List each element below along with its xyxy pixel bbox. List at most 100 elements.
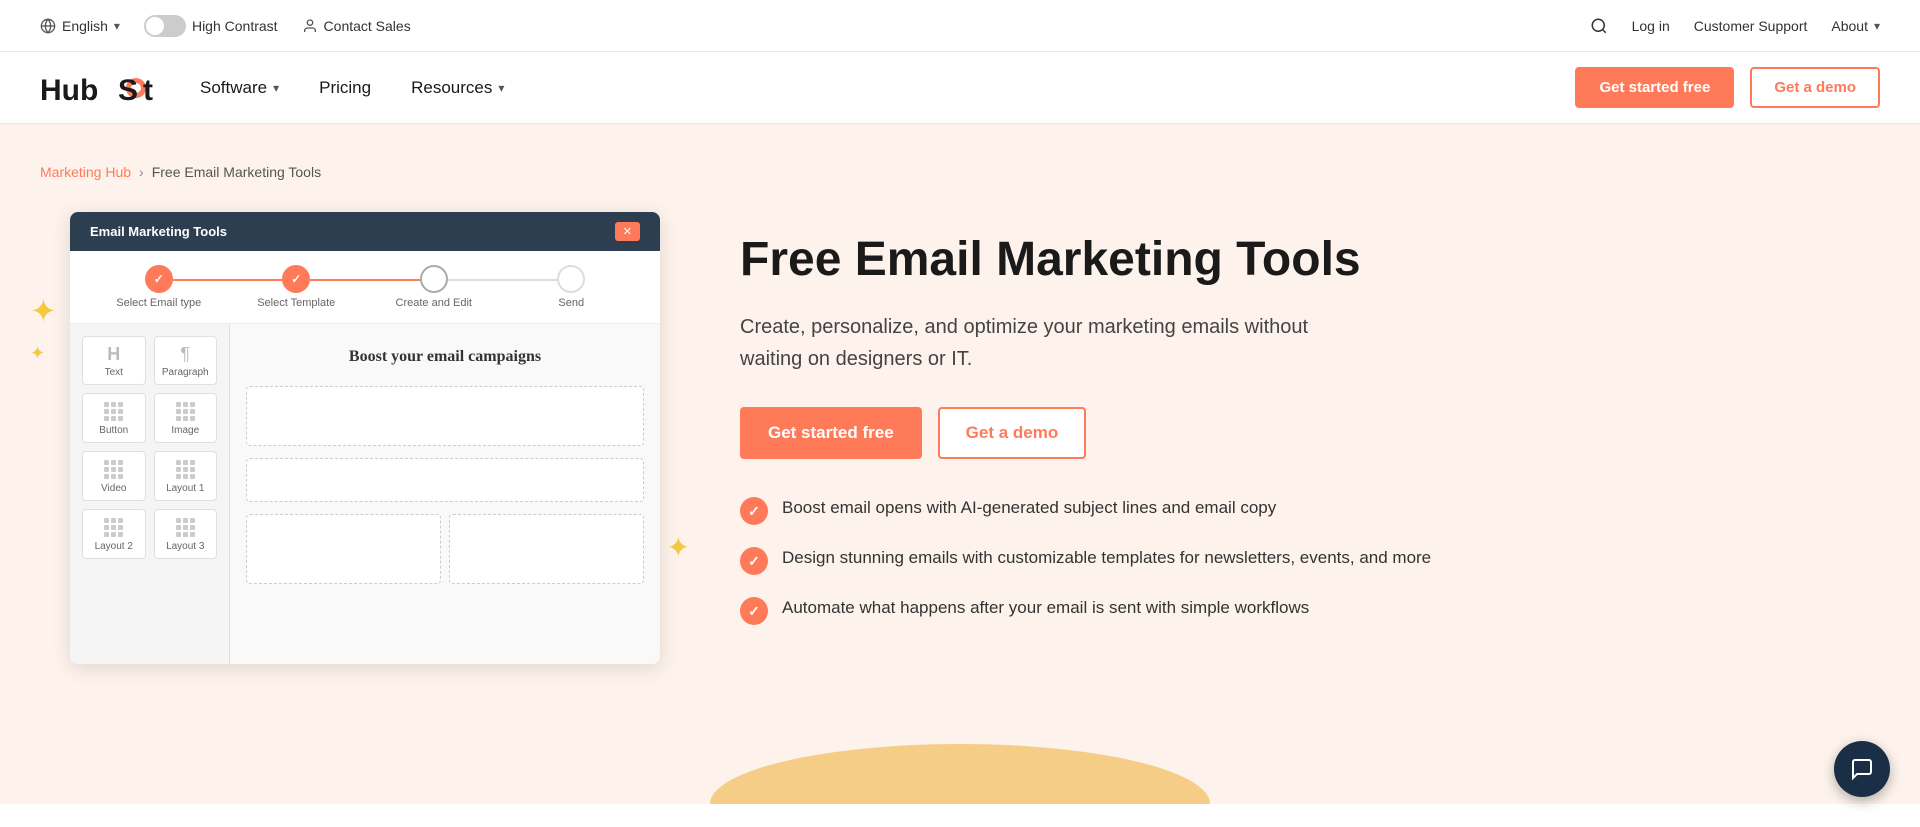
breadcrumb-parent[interactable]: Marketing Hub	[40, 164, 131, 180]
svg-text:S: S	[118, 74, 138, 107]
feature-check-2: ✓	[740, 547, 768, 575]
step-2-label: Select Template	[257, 297, 335, 309]
hero-content: ✦✦ ✦ Email Marketing Tools ✕ ✓ Select Em…	[40, 212, 1880, 664]
chat-button[interactable]	[1834, 741, 1890, 797]
step-2-circle: ✓	[282, 265, 310, 293]
mockup-header: Email Marketing Tools ✕	[70, 212, 660, 251]
sparkle-left: ✦✦	[30, 292, 57, 367]
svg-text:Hub: Hub	[40, 74, 98, 107]
mockup-close-button[interactable]: ✕	[615, 222, 640, 241]
hero-get-started-button[interactable]: Get started free	[740, 407, 922, 459]
canvas-block-half-1[interactable]	[246, 514, 441, 584]
chat-icon	[1850, 757, 1874, 781]
step-1-circle: ✓	[145, 265, 173, 293]
layout3-icon	[176, 518, 195, 537]
nav-left: Hub S t Software ▾ Pricing Resources ▾	[40, 68, 504, 108]
step-1: ✓ Select Email type	[90, 265, 228, 309]
login-link[interactable]: Log in	[1632, 18, 1670, 34]
bottom-arc-decoration	[710, 744, 1210, 804]
mockup-steps: ✓ Select Email type ✓ Select Template Cr…	[70, 251, 660, 324]
app-mockup: Email Marketing Tools ✕ ✓ Select Email t…	[70, 212, 660, 664]
nav-resources[interactable]: Resources ▾	[411, 78, 504, 98]
canvas-block-half-2[interactable]	[449, 514, 644, 584]
breadcrumb-separator: ›	[139, 164, 144, 180]
hero-section: Marketing Hub › Free Email Marketing Too…	[0, 124, 1920, 804]
sidebar-item-layout1[interactable]: Layout 1	[154, 451, 218, 501]
step-3-label: Create and Edit	[396, 297, 472, 309]
high-contrast-toggle[interactable]: High Contrast	[144, 15, 278, 37]
sidebar-item-image[interactable]: Image	[154, 393, 218, 443]
nav-right: Get started free Get a demo	[1575, 67, 1880, 108]
feature-text-1: Boost email opens with AI-generated subj…	[782, 495, 1276, 521]
feature-item-1: ✓ Boost email opens with AI-generated su…	[740, 495, 1880, 525]
language-selector[interactable]: English ▾	[40, 18, 120, 34]
toggle-knob	[146, 17, 164, 35]
feature-check-1: ✓	[740, 497, 768, 525]
mockup-sidebar: H Text ¶ Paragraph	[70, 324, 230, 664]
language-chevron: ▾	[114, 19, 120, 33]
contact-sales-label: Contact Sales	[324, 18, 411, 34]
step-1-label: Select Email type	[116, 297, 201, 309]
canvas-block-1[interactable]	[246, 386, 644, 446]
software-chevron: ▾	[273, 81, 279, 95]
canvas-title: Boost your email campaigns	[246, 340, 644, 374]
feature-item-3: ✓ Automate what happens after your email…	[740, 595, 1880, 625]
svg-text:t: t	[143, 74, 153, 107]
canvas-block-2[interactable]	[246, 458, 644, 502]
breadcrumb: Marketing Hub › Free Email Marketing Too…	[40, 164, 1880, 180]
hero-left: ✦✦ ✦ Email Marketing Tools ✕ ✓ Select Em…	[40, 212, 660, 664]
breadcrumb-current: Free Email Marketing Tools	[152, 164, 321, 180]
top-bar-left: English ▾ High Contrast Contact Sales	[40, 15, 411, 37]
top-bar: English ▾ High Contrast Contact Sales Lo…	[0, 0, 1920, 52]
feature-item-2: ✓ Design stunning emails with customizab…	[740, 545, 1880, 575]
canvas-block-row	[246, 514, 644, 584]
feature-list: ✓ Boost email opens with AI-generated su…	[740, 495, 1880, 625]
feature-text-3: Automate what happens after your email i…	[782, 595, 1309, 621]
high-contrast-label: High Contrast	[192, 18, 278, 34]
hubspot-logo[interactable]: Hub S t	[40, 68, 160, 108]
hero-right: Free Email Marketing Tools Create, perso…	[740, 212, 1880, 625]
toggle-switch[interactable]	[144, 15, 186, 37]
search-button[interactable]	[1590, 17, 1608, 35]
step-4: Send	[503, 265, 641, 309]
language-label: English	[62, 18, 108, 34]
sidebar-item-paragraph[interactable]: ¶ Paragraph	[154, 336, 218, 385]
mockup-title: Email Marketing Tools	[90, 224, 227, 239]
step-4-circle	[557, 265, 585, 293]
nav-software[interactable]: Software ▾	[200, 78, 279, 98]
hero-description: Create, personalize, and optimize your m…	[740, 311, 1340, 375]
button-icon	[104, 402, 123, 421]
contact-sales[interactable]: Contact Sales	[302, 18, 411, 34]
customer-support-link[interactable]: Customer Support	[1694, 18, 1808, 34]
mockup-canvas: Boost your email campaigns	[230, 324, 660, 664]
step-4-label: Send	[558, 297, 584, 309]
sidebar-item-layout2[interactable]: Layout 2	[82, 509, 146, 559]
feature-check-3: ✓	[740, 597, 768, 625]
hero-title: Free Email Marketing Tools	[740, 232, 1880, 287]
video-icon	[104, 460, 123, 479]
mockup-body: H Text ¶ Paragraph	[70, 324, 660, 664]
top-bar-right: Log in Customer Support About ▾	[1590, 17, 1880, 35]
sidebar-item-text[interactable]: H Text	[82, 336, 146, 385]
paragraph-icon: ¶	[180, 345, 190, 363]
main-nav: Hub S t Software ▾ Pricing Resources ▾ G…	[0, 52, 1920, 124]
text-icon: H	[107, 345, 120, 363]
hero-get-demo-button[interactable]: Get a demo	[938, 407, 1087, 459]
step-3-circle	[420, 265, 448, 293]
about-menu[interactable]: About ▾	[1831, 18, 1880, 34]
feature-text-2: Design stunning emails with customizable…	[782, 545, 1431, 571]
layout2-icon	[104, 518, 123, 537]
nav-pricing[interactable]: Pricing	[319, 78, 371, 98]
sidebar-item-layout3[interactable]: Layout 3	[154, 509, 218, 559]
image-icon	[176, 402, 195, 421]
sidebar-item-button[interactable]: Button	[82, 393, 146, 443]
layout1-icon	[176, 460, 195, 479]
resources-chevron: ▾	[498, 81, 504, 95]
nav-get-demo-button[interactable]: Get a demo	[1750, 67, 1880, 108]
nav-get-started-button[interactable]: Get started free	[1575, 67, 1734, 108]
step-2: ✓ Select Template	[228, 265, 366, 309]
sidebar-item-video[interactable]: Video	[82, 451, 146, 501]
about-chevron: ▾	[1874, 19, 1880, 33]
step-3: Create and Edit	[365, 265, 503, 309]
hero-buttons: Get started free Get a demo	[740, 407, 1880, 459]
